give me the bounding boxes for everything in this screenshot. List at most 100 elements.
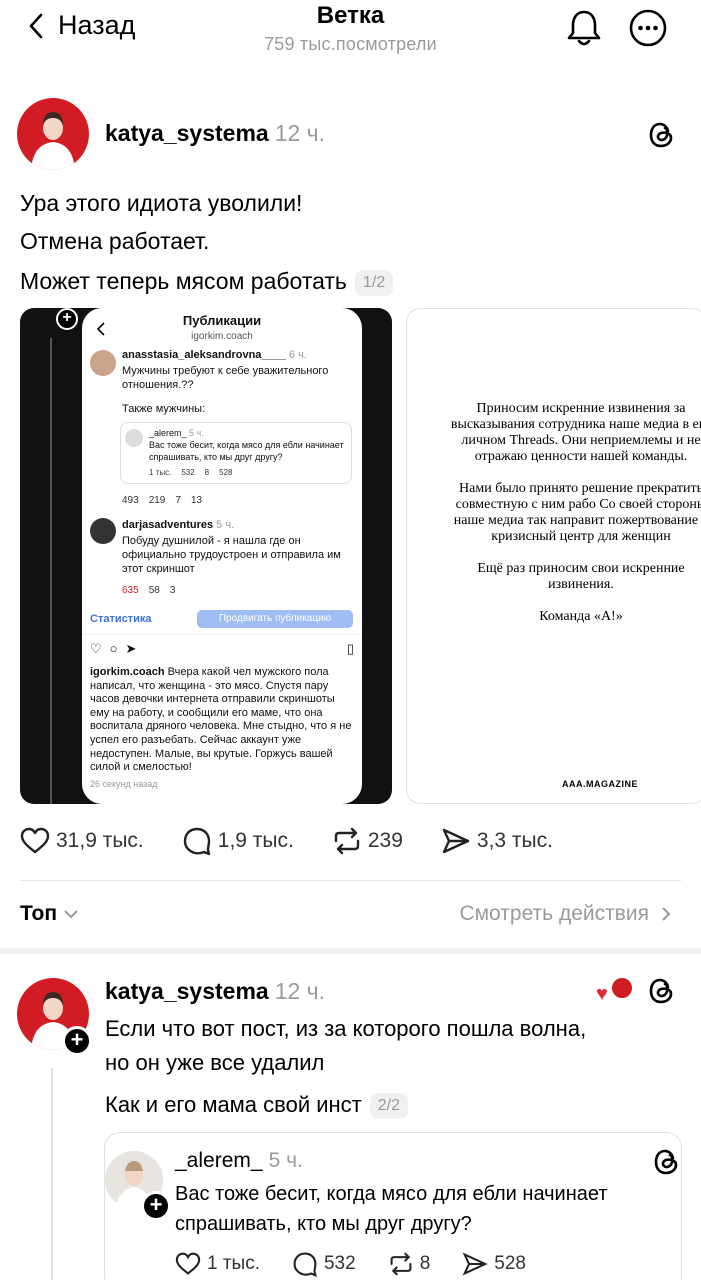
- quoted-author[interactable]: _alerem_ 5 ч.: [175, 1149, 303, 1173]
- repost-button[interactable]: 239: [332, 827, 403, 855]
- quoted-actions: 1 тыс. 532 8 528: [175, 1251, 558, 1277]
- post-actions: 31,9 тыс. 1,9 тыс. 239 3,3 тыс.: [20, 826, 591, 856]
- post-line: Отмена работает.: [20, 228, 210, 254]
- threads-icon[interactable]: [648, 976, 676, 1006]
- avatar: [125, 429, 143, 447]
- view-activity-link[interactable]: Смотреть действия: [459, 902, 671, 926]
- quoted-line: Вас тоже бесит, когда мясо для ебли начи…: [175, 1183, 608, 1205]
- chevron-right-icon: [662, 907, 671, 921]
- sort-label: Топ: [20, 902, 58, 925]
- username[interactable]: _alerem_: [175, 1149, 263, 1172]
- top-bar: Назад Ветка 759 тыс.посмотрели: [0, 0, 701, 70]
- send-icon: [462, 1252, 489, 1276]
- like-count: 1 тыс.: [149, 468, 172, 477]
- bookmark-icon: ▯: [346, 641, 354, 656]
- comment-icon: [293, 1252, 317, 1277]
- quoted-post[interactable]: + _alerem_ 5 ч. Вас тоже бесит, когда мяс…: [104, 1132, 682, 1280]
- heart-icon: ♥: [596, 983, 608, 1005]
- comment-count: 219: [148, 495, 166, 506]
- comment-count: 532: [181, 468, 195, 477]
- username[interactable]: katya_systema: [105, 120, 269, 146]
- caption-time: 26 секунд назад: [90, 778, 158, 789]
- share-count: 528: [219, 468, 233, 477]
- post-time: 12 ч.: [274, 978, 326, 1004]
- share-button[interactable]: 528: [462, 1252, 526, 1276]
- post-line: Ура этого идиота уволили!: [20, 190, 303, 216]
- reply-line: но он уже все удалил: [105, 1050, 325, 1075]
- post-time: 6 ч.: [288, 349, 307, 361]
- post-time: 12 ч.: [274, 120, 326, 146]
- follow-plus-icon[interactable]: +: [141, 1191, 171, 1221]
- avatar[interactable]: [17, 98, 89, 170]
- comment-count: 1,9 тыс.: [217, 829, 294, 852]
- post-time: 5 ч.: [268, 1149, 303, 1172]
- repost-count: 8: [419, 1253, 431, 1274]
- caption-text: Вчера какой чел мужского пола написал, ч…: [90, 666, 352, 774]
- repost-count: 239: [367, 829, 403, 852]
- comment-button[interactable]: 532: [292, 1251, 356, 1277]
- post-author[interactable]: katya_systema 12 ч.: [105, 120, 325, 147]
- post-time: 5 ч.: [189, 428, 204, 438]
- screenshot-title: Публикации: [182, 313, 262, 328]
- send-icon: [442, 828, 470, 854]
- follow-plus-icon: +: [56, 308, 78, 330]
- repost-icon: [334, 827, 360, 855]
- share-count: 528: [494, 1253, 526, 1274]
- magazine-logo: AAA.MAGAZINE: [562, 779, 638, 789]
- avatar: [90, 350, 116, 376]
- activity-label: Смотреть действия: [459, 902, 649, 925]
- thread-line: [51, 1068, 53, 1280]
- share-button[interactable]: 3,3 тыс.: [441, 827, 553, 855]
- like-button[interactable]: 1 тыс.: [175, 1252, 260, 1276]
- reply-line: Как и его мама свой инст: [105, 1092, 362, 1117]
- share-count: 13: [190, 495, 203, 506]
- bell-icon[interactable]: [565, 8, 603, 48]
- username: anasstasia_aleksandrovna____: [122, 349, 286, 361]
- apology-paragraph: Приносим искренние извинения за высказыв…: [450, 401, 701, 464]
- quoted-text: Вас тоже бесит, когда мясо для ебли начи…: [175, 1179, 608, 1239]
- post-line: Может теперь мясом работать: [20, 268, 347, 294]
- apology-image[interactable]: Приносим искренние извинения за высказыв…: [406, 308, 701, 804]
- post-time: 5 ч.: [216, 519, 235, 531]
- like-count: 31,9 тыс.: [56, 829, 144, 852]
- share-count: 3: [169, 585, 176, 596]
- repost-button[interactable]: 8: [388, 1252, 431, 1276]
- follow-plus-icon[interactable]: +: [62, 1026, 92, 1056]
- repost-count: 7: [175, 495, 181, 506]
- threads-icon[interactable]: [648, 120, 676, 150]
- reply-author[interactable]: katya_systema 12 ч.: [105, 978, 325, 1005]
- heart-icon: [20, 827, 50, 854]
- post-text: Ура этого идиота уволили! Отмена работае…: [20, 184, 394, 300]
- insta-actions: ♡○➤: [90, 641, 145, 656]
- page-indicator: 2/2: [369, 1093, 408, 1120]
- threads-icon[interactable]: [653, 1147, 681, 1177]
- section-separator: [0, 948, 701, 954]
- promote-button: Продвигать публикацию: [197, 610, 353, 628]
- share-count: 3,3 тыс.: [476, 829, 553, 852]
- apology-paragraph: Ещё раз приносим свои искренние извинени…: [477, 561, 685, 592]
- username[interactable]: katya_systema: [105, 978, 269, 1004]
- screenshot-subtitle: igorkim.coach: [191, 331, 253, 342]
- username: _alerem_: [149, 428, 187, 438]
- chevron-down-icon: [64, 910, 78, 919]
- sort-dropdown[interactable]: Топ: [20, 902, 79, 926]
- apology-paragraph: Нами было принято решение прекратить сов…: [453, 481, 701, 544]
- more-options-icon[interactable]: [628, 8, 668, 48]
- attached-screenshot-image[interactable]: + Публикации igorkim.coach anasstasia_al…: [20, 308, 392, 804]
- divider: [50, 338, 52, 804]
- like-button[interactable]: 31,9 тыс.: [20, 827, 144, 855]
- page-indicator: 1/2: [354, 269, 394, 296]
- phone-screenshot: Публикации igorkim.coach anasstasia_alek…: [82, 308, 362, 804]
- comment-button[interactable]: 1,9 тыс.: [182, 826, 294, 856]
- liked-by-avatars: ♥: [596, 976, 636, 1006]
- post-text: Побуду душнилой - я нашла где он официал…: [122, 535, 341, 575]
- like-count: 635: [122, 585, 139, 596]
- repost-count: 8: [204, 468, 210, 477]
- comment-icon: [183, 827, 210, 856]
- comment-count: 532: [323, 1253, 356, 1274]
- statistics-link: Статистика: [90, 613, 152, 625]
- avatar: [90, 518, 116, 544]
- divider: [20, 880, 681, 881]
- post-text: Также мужчины:: [122, 403, 206, 415]
- repost-icon: [390, 1252, 412, 1276]
